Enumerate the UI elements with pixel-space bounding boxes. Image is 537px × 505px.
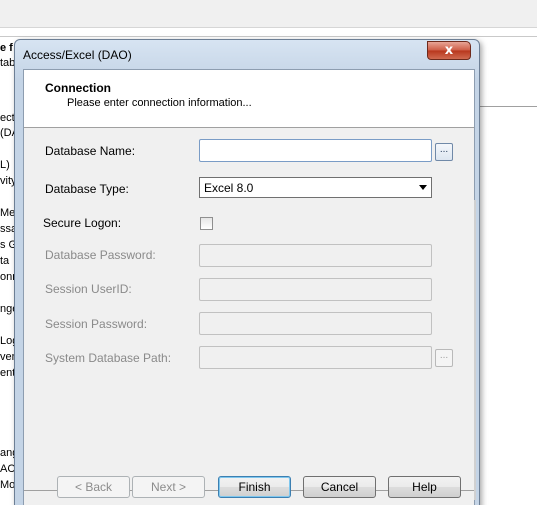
database-password-label: Database Password: xyxy=(45,248,156,262)
background-text[interactable]: L) xyxy=(0,159,10,171)
background-text[interactable]: ent xyxy=(0,367,15,379)
secure-logon-label: Secure Logon: xyxy=(43,216,122,230)
database-type-value: Excel 8.0 xyxy=(204,181,254,195)
system-database-path-label: System Database Path: xyxy=(45,351,172,365)
help-button[interactable]: Help xyxy=(388,476,461,498)
system-database-path-browse-button: ... xyxy=(435,349,453,367)
database-name-input[interactable] xyxy=(200,140,431,161)
database-password-field xyxy=(199,244,432,267)
background-text[interactable]: ta xyxy=(0,255,9,267)
background-divider xyxy=(478,106,537,107)
database-name-label: Database Name: xyxy=(45,144,136,158)
database-type-label: Database Type: xyxy=(45,182,129,196)
session-password-field xyxy=(199,312,432,335)
finish-button[interactable]: Finish xyxy=(218,476,291,498)
database-name-field[interactable] xyxy=(199,139,432,162)
header-subtitle: Please enter connection information... xyxy=(67,97,252,109)
dropdown-arrow-icon xyxy=(419,185,427,190)
back-button[interactable]: < Back xyxy=(57,476,130,498)
session-password-label: Session Password: xyxy=(45,317,148,331)
connection-dialog: Access/Excel (DAO) x Connection Please e… xyxy=(14,39,480,505)
database-name-browse-button[interactable]: ... xyxy=(435,143,453,161)
session-userid-label: Session UserID: xyxy=(45,282,132,296)
dialog-title: Access/Excel (DAO) xyxy=(23,48,132,62)
dialog-client-area: Connection Please enter connection infor… xyxy=(23,69,476,505)
system-database-path-field xyxy=(199,346,432,369)
scrollbar-edge xyxy=(474,200,476,500)
close-button[interactable]: x xyxy=(427,41,471,60)
background-text[interactable]: Me xyxy=(0,207,15,219)
cancel-button[interactable]: Cancel xyxy=(303,476,376,498)
header-title: Connection xyxy=(45,81,111,95)
background-toolbar xyxy=(0,0,537,28)
session-userid-field xyxy=(199,278,432,301)
wizard-header: Connection Please enter connection infor… xyxy=(24,70,474,128)
database-type-dropdown[interactable]: Excel 8.0 xyxy=(199,177,432,198)
background-text[interactable]: Mo xyxy=(0,479,15,491)
secure-logon-checkbox[interactable] xyxy=(200,217,213,230)
next-button[interactable]: Next > xyxy=(132,476,205,498)
close-icon: x xyxy=(444,43,454,58)
